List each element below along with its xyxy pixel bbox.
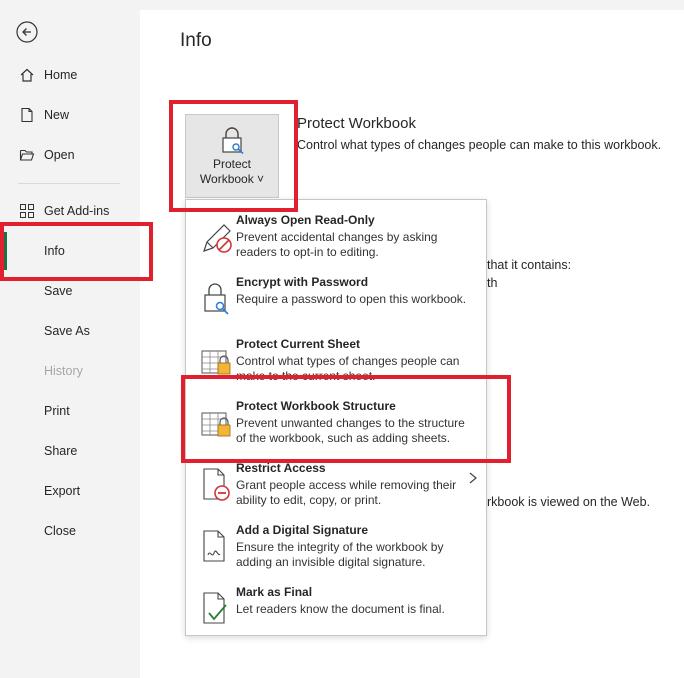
nav-close[interactable]: Close	[0, 513, 140, 549]
protect-workbook-label: Protect Workbook ˅	[199, 157, 265, 186]
home-icon	[18, 66, 36, 84]
menu-item-encrypt-with-password[interactable]: Encrypt with Password Require a password…	[186, 265, 486, 327]
back-button[interactable]	[16, 21, 38, 43]
page-title: Info	[180, 30, 212, 51]
background-text: th	[487, 276, 498, 290]
new-document-icon	[18, 106, 36, 124]
nav-save-as[interactable]: Save As	[0, 313, 140, 349]
section-description: Control what types of changes people can…	[297, 138, 662, 152]
lock-key-icon	[204, 283, 229, 315]
lock-key-icon	[222, 127, 244, 155]
back-arrow-icon	[16, 21, 38, 43]
pencil-no-icon	[203, 224, 232, 253]
background-text: that it contains:	[487, 258, 572, 272]
nav-print[interactable]: Print	[0, 393, 140, 429]
nav-get-add-ins[interactable]: Get Add-ins	[0, 193, 140, 229]
section-title: Protect Workbook	[297, 115, 416, 132]
document-final-icon	[203, 592, 227, 624]
menu-item-protect-current-sheet[interactable]: Protect Current Sheet Control what types…	[186, 327, 486, 389]
sidebar-divider	[18, 183, 120, 184]
nav-export[interactable]: Export	[0, 473, 140, 509]
menu-item-mark-as-final[interactable]: Mark as Final Let readers know the docum…	[186, 575, 486, 637]
sheet-lock-icon	[201, 350, 231, 375]
menu-item-add-digital-signature[interactable]: Add a Digital Signature Ensure the integ…	[186, 513, 486, 575]
chevron-right-icon	[469, 472, 477, 484]
folder-open-icon	[18, 146, 36, 164]
menu-item-restrict-access[interactable]: Restrict Access Grant people access whil…	[186, 451, 486, 513]
grid-icon	[18, 202, 36, 220]
protect-workbook-menu: Always Open Read-Only Prevent accidental…	[185, 199, 487, 636]
menu-item-protect-workbook-structure[interactable]: Protect Workbook Structure Prevent unwan…	[186, 389, 486, 451]
nav-open[interactable]: Open	[0, 137, 140, 173]
nav-save[interactable]: Save	[0, 273, 140, 309]
document-signature-icon	[203, 530, 225, 562]
menu-item-always-open-read-only[interactable]: Always Open Read-Only Prevent accidental…	[186, 203, 486, 265]
protect-workbook-button[interactable]: Protect Workbook ˅	[185, 114, 279, 198]
nav-share[interactable]: Share	[0, 433, 140, 469]
backstage-sidebar: Home New Open Get Add-ins Info Save Save…	[0, 0, 140, 678]
workbook-lock-icon	[201, 412, 231, 437]
background-text: rkbook is viewed on the Web.	[487, 495, 651, 509]
nav-history: History	[44, 364, 83, 378]
nav-home[interactable]: Home	[0, 57, 140, 93]
document-restrict-icon	[203, 468, 230, 501]
nav-new[interactable]: New	[0, 97, 140, 133]
nav-info[interactable]: Info	[0, 233, 140, 269]
